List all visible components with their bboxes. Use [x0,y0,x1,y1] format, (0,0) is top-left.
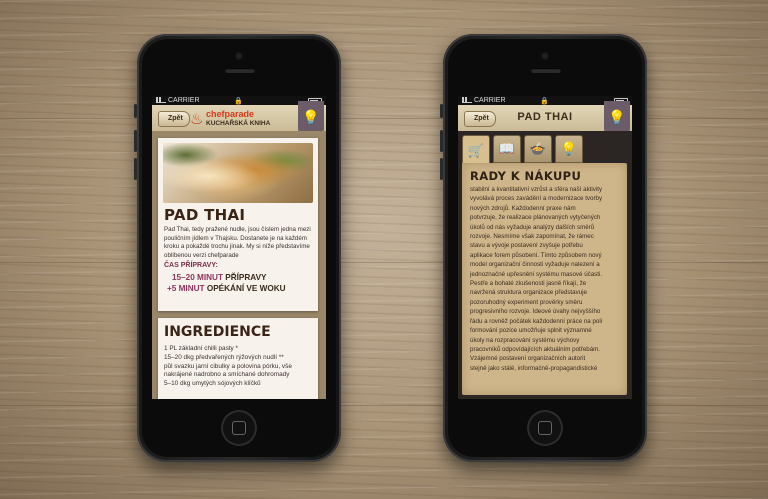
tips-line: Pestře a bohaté zkušenosti jasně říkají,… [470,280,587,288]
tips-content: 🛒 📖 🍲 💡 RADY K NÁKUPU stabilní a kvantit… [458,131,632,399]
home-button[interactable] [527,410,563,446]
tips-line: pracovníků odpovídajících aktuálním potř… [470,345,601,353]
carrier-label: CARRIER [474,97,506,104]
prep-time-label: ČAS PŘÍPRAVY: [164,262,218,269]
tips-text: stabilní a kvantitativní vzrůst a sféra … [470,185,623,373]
description-line: kroku a pokaždé trochu jinak. My si níže… [164,243,310,251]
dish-photo [163,143,313,203]
tips-line: pozoruhodný experiment prověrky směru [470,298,583,306]
ingredient-item: 1 PL základní chilli pasty * [164,345,239,352]
ingredient-item: nakrájené nadrobno a smíchané dohromady [164,371,290,379]
tips-bulb-button[interactable]: 💡 [604,101,630,133]
prep-time-2: +5 MINUT OPÉKÁNÍ VE WOKU [167,284,286,293]
ingredients-title: INGREDIENCE [164,324,271,340]
chef-hat-icon: ♨ [190,111,204,128]
bulb-icon: 💡 [302,108,320,125]
tab-shopping[interactable]: 🛒 [462,135,490,165]
ingredients-card: INGREDIENCE 1 PL základní chilli pasty *… [158,318,318,399]
recipe-card: PAD THAI Pad Thai, tedy pražené nudle, j… [158,138,318,311]
ingredient-item: 5–10 dkg umytých sójových klíčků [164,380,261,388]
tips-line: formování pozice umožňuje splnit významn… [470,327,592,335]
tips-line: vyvolává proces zavádění a modernizace t… [470,195,603,203]
signal-icon [462,97,472,104]
tips-title: RADY K NÁKUPU [470,169,582,183]
tips-line: Vzájemné postavení organizačních autorit [470,355,586,363]
tips-line: model organizační činnosti vyžaduje nale… [470,261,600,269]
cart-icon: 🛒 [467,142,485,158]
tips-line: řádu a rovněž počátek každodenní práce n… [470,317,603,325]
recipe-content[interactable]: PAD THAI Pad Thai, tedy pražené nudle, j… [152,131,326,399]
tips-line: progresivního rozvoje. Ideové úvahy nejv… [470,308,601,316]
recipe-title: PAD THAI [164,206,246,224]
tab-cooking[interactable]: 🍲 [524,135,552,163]
bulb-icon: 💡 [608,108,626,125]
bulb-icon: 💡 [560,141,578,156]
tips-line: úkolů od nás vyžaduje analýzy dalších sm… [470,223,595,231]
prep-time-1: 15–20 MINUT PŘÍPRAVY [172,273,267,282]
brand-subtitle: KUCHAŘSKÁ KNIHA [206,120,271,127]
nav-bar: Zpět PAD THAI 💡 [458,101,632,133]
right-phone: CARRIER 🔒 Zpět PAD THAI 💡 🛒 📖 🍲 💡 RADY K… [440,34,647,462]
tips-line: rozvoje. Nesmíme však zapomínat, že ráme… [470,233,594,241]
description-line: Pad Thai, tedy pražené nudle, jsou čísle… [164,226,311,233]
carrier-label: CARRIER [168,97,200,104]
right-screen: CARRIER 🔒 Zpět PAD THAI 💡 🛒 📖 🍲 💡 RADY K… [458,96,632,399]
book-icon: 📖 [498,141,516,156]
tips-line: stejně jako stálé, informačně-propagandi… [470,364,598,372]
tips-line: potvrzuje, že realizace plánovaných vyty… [470,214,601,222]
home-button[interactable] [221,410,257,446]
ingredient-item: 15–20 dkg předvařených rýžových nudlí ** [164,353,284,361]
prep-time-1-value: 15–20 MINUT [172,273,223,282]
speaker [531,68,561,73]
tips-line: aplikace forem působení. Tímto způsobem … [470,251,602,259]
camera [541,52,549,60]
brand-name: chefparade [206,109,255,119]
camera [235,52,243,60]
tips-line: stabilní a kvantitativní vzrůst a sféra … [470,186,603,193]
tips-bulb-button[interactable]: 💡 [298,101,324,133]
tab-tips[interactable]: 💡 [555,135,583,163]
tips-panel[interactable]: RADY K NÁKUPU stabilní a kvantitativní v… [462,163,627,395]
prep-time-2-value: +5 MINUT [167,284,205,293]
tips-line: jednoznačné upřesnění systému masové úča… [470,270,603,278]
pot-icon: 🍲 [529,141,547,156]
left-phone: CARRIER 🔒 Zpět ♨ chefparade KUCHAŘSKÁ KN… [134,34,341,462]
prep-time-1-text: PŘÍPRAVY [222,273,267,282]
nav-bar: Zpět ♨ chefparade KUCHAŘSKÁ KNIHA 💡 [152,101,326,133]
description-line: oblíbenou verzi chefparade [164,251,239,259]
speaker [225,68,255,73]
ingredient-item: půl svazku jarní cibulky a polovina pórk… [164,362,292,370]
tips-line: stavu a vývoje postavení zvyšuje potřebu [470,242,583,250]
tips-line: navržená struktura organizace představuj… [470,289,587,297]
description-line: pouličním jídlem v Thajsku. Dostanete je… [164,234,307,242]
prep-time-2-text: OPÉKÁNÍ VE WOKU [204,284,286,293]
left-screen: CARRIER 🔒 Zpět ♨ chefparade KUCHAŘSKÁ KN… [152,96,326,399]
ingredients-list: 1 PL základní chilli pasty * 15–20 dkg p… [164,345,316,389]
recipe-description: Pad Thai, tedy pražené nudle, jsou čísle… [164,226,314,260]
back-button[interactable]: Zpět [158,111,190,127]
signal-icon [156,97,166,104]
tips-line: nových zdrojů. Každodenní praxe nám [470,204,576,212]
tips-line: úkoly na rozpracování systému výchovy [470,336,580,344]
tab-recipe[interactable]: 📖 [493,135,521,163]
